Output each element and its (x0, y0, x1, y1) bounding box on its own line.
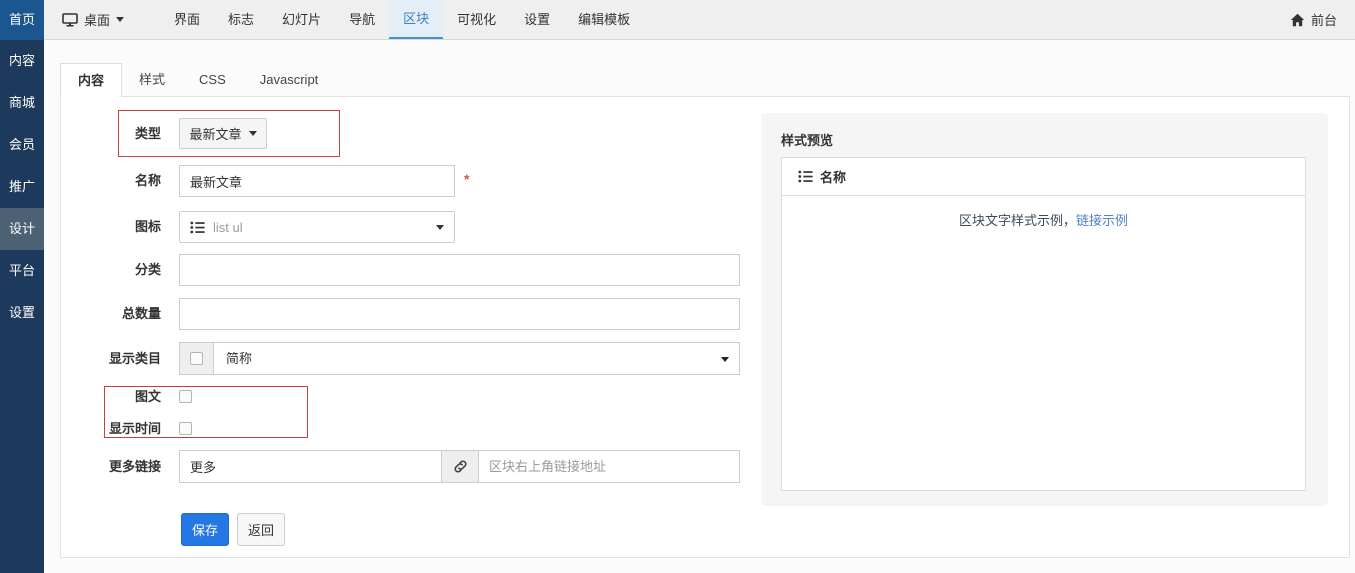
tab-bar: 内容 样式 CSS Javascript (60, 63, 335, 97)
more-link-url-input[interactable] (478, 450, 740, 483)
top-menu-slides[interactable]: 幻灯片 (268, 0, 335, 39)
sample-text: 区块文字样式示例， (958, 213, 1076, 228)
display-category-label: 显示类目 (108, 351, 161, 366)
tab-content[interactable]: 内容 (60, 63, 123, 97)
style-preview-box-title: 名称 (820, 170, 847, 185)
top-menu-settings[interactable]: 设置 (510, 0, 564, 39)
sidebar-item-design[interactable]: 设计 (0, 208, 44, 250)
type-dropdown-value: 最新文章 (189, 127, 242, 142)
caret-down-icon (248, 131, 257, 136)
image-text-label: 图文 (134, 389, 161, 404)
name-label: 名称 (134, 173, 161, 188)
show-time-checkbox[interactable] (179, 422, 192, 435)
caret-down-icon (436, 224, 444, 230)
app-screen: 首页 内容 商城 会员 推广 设计 平台 设置 桌面 界面 标志 幻灯片 导航 … (0, 0, 1355, 573)
total-input[interactable] (179, 298, 740, 330)
style-preview-header: 名称 (782, 158, 1305, 196)
icon-picker[interactable]: list ul (179, 211, 455, 243)
required-asterisk: * (464, 171, 470, 187)
type-dropdown-button[interactable]: 最新文章 (179, 118, 267, 149)
style-preview-box: 名称 区块文字样式示例，链接示例 (781, 157, 1306, 491)
display-category-checkbox[interactable] (190, 352, 203, 365)
desktop-dropdown-label: 桌面 (84, 13, 111, 28)
tab-style[interactable]: 样式 (122, 63, 182, 96)
tab-javascript[interactable]: Javascript (243, 63, 336, 96)
caret-down-icon (116, 17, 125, 22)
main-area: 内容 样式 CSS Javascript 类型 最新文章 名称 * 图标 (44, 41, 1355, 573)
display-category-select-value: 简称 (226, 351, 253, 366)
display-category-select[interactable]: 简称 (213, 342, 740, 375)
style-preview-title: 样式预览 (781, 133, 834, 148)
style-preview-body: 区块文字样式示例，链接示例 (782, 196, 1305, 229)
sidebar-item-content[interactable]: 内容 (0, 40, 44, 82)
more-link-text-input[interactable] (179, 450, 442, 483)
link-icon (453, 459, 468, 474)
sidebar-item-settings[interactable]: 设置 (0, 292, 44, 334)
name-input[interactable] (179, 165, 455, 197)
icon-label: 图标 (134, 219, 161, 234)
sidebar-item-platform[interactable]: 平台 (0, 250, 44, 292)
top-menu-visualization[interactable]: 可视化 (443, 0, 510, 39)
back-button[interactable]: 返回 (237, 513, 285, 546)
more-link-label: 更多链接 (108, 459, 161, 474)
list-ul-icon (190, 221, 205, 234)
display-category-checkbox-addon (179, 342, 214, 375)
top-menu-navigation[interactable]: 导航 (335, 0, 389, 39)
sidebar-item-members[interactable]: 会员 (0, 124, 44, 166)
total-label: 总数量 (121, 306, 161, 321)
top-menu-edit-template[interactable]: 编辑模板 (564, 0, 644, 39)
type-label: 类型 (134, 126, 161, 141)
front-site-label: 前台 (1310, 13, 1337, 28)
category-label: 分类 (134, 262, 161, 277)
sample-link[interactable]: 链接示例 (1076, 213, 1128, 228)
sidebar-item-home[interactable]: 首页 (0, 0, 44, 40)
style-preview-panel: 样式预览 名称 区块文字样式示例，链接示例 (761, 113, 1328, 506)
tab-css[interactable]: CSS (182, 63, 243, 96)
more-link-addon (441, 450, 479, 483)
top-menu-logo[interactable]: 标志 (214, 0, 268, 39)
caret-down-icon (721, 357, 729, 362)
category-input[interactable] (179, 254, 740, 286)
topbar: 桌面 界面 标志 幻灯片 导航 区块 可视化 设置 编辑模板 前台 (44, 0, 1355, 40)
top-menu: 界面 标志 幻灯片 导航 区块 可视化 设置 编辑模板 (160, 0, 644, 39)
home-icon (1290, 13, 1305, 27)
sidebar-item-mall[interactable]: 商城 (0, 82, 44, 124)
monitor-icon (62, 12, 78, 27)
desktop-dropdown[interactable]: 桌面 (44, 0, 142, 39)
image-text-checkbox[interactable] (179, 390, 192, 403)
list-ul-icon (798, 170, 813, 183)
sidebar-item-promotion[interactable]: 推广 (0, 166, 44, 208)
content-panel: 类型 最新文章 名称 * 图标 list ul 分类 总数量 (60, 96, 1350, 558)
sidebar: 首页 内容 商城 会员 推广 设计 平台 设置 (0, 0, 44, 573)
save-button[interactable]: 保存 (181, 513, 229, 546)
top-menu-blocks[interactable]: 区块 (389, 0, 444, 39)
show-time-label: 显示时间 (108, 421, 161, 436)
front-site-link[interactable]: 前台 (1272, 0, 1355, 39)
icon-picker-value: list ul (213, 219, 243, 235)
top-menu-interface[interactable]: 界面 (160, 0, 214, 39)
